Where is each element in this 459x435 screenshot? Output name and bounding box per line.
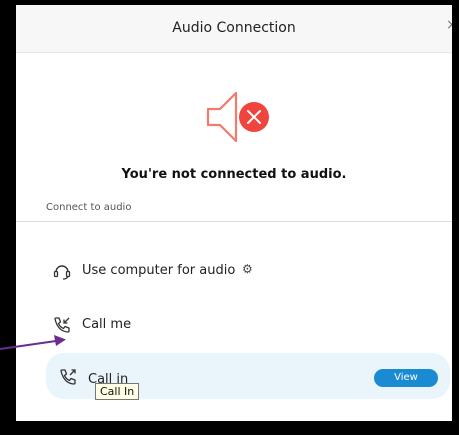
not-connected-message: You're not connected to audio.	[121, 167, 347, 182]
dialog-title: Audio Connection	[172, 20, 296, 36]
frame-right-border	[452, 0, 459, 435]
annotation-arrow-icon	[0, 335, 66, 350]
screenshot-page: Audio Connection × You're not connected …	[0, 0, 459, 435]
audio-connection-dialog: Audio Connection × You're not connected …	[16, 5, 452, 421]
use-computer-audio-option[interactable]: Use computer for audio ⚙	[44, 249, 452, 295]
headset-icon	[53, 265, 71, 280]
dialog-title-bar: Audio Connection ×	[16, 5, 452, 53]
frame-left-border	[0, 0, 16, 435]
call-in-tooltip: Call In	[95, 383, 140, 400]
phone-outgoing-icon	[60, 369, 76, 385]
frame-top-border	[0, 0, 459, 5]
use-computer-audio-label: Use computer for audio	[82, 263, 236, 278]
view-button[interactable]: View	[374, 369, 438, 387]
call-me-option[interactable]: Call me	[44, 303, 452, 349]
speaker-muted-icon	[206, 91, 269, 143]
connect-to-audio-label: Connect to audio	[46, 202, 132, 213]
section-divider	[16, 221, 452, 222]
gear-icon[interactable]: ⚙	[242, 262, 253, 276]
call-me-label: Call me	[82, 317, 132, 332]
frame-bottom-border	[0, 421, 459, 435]
